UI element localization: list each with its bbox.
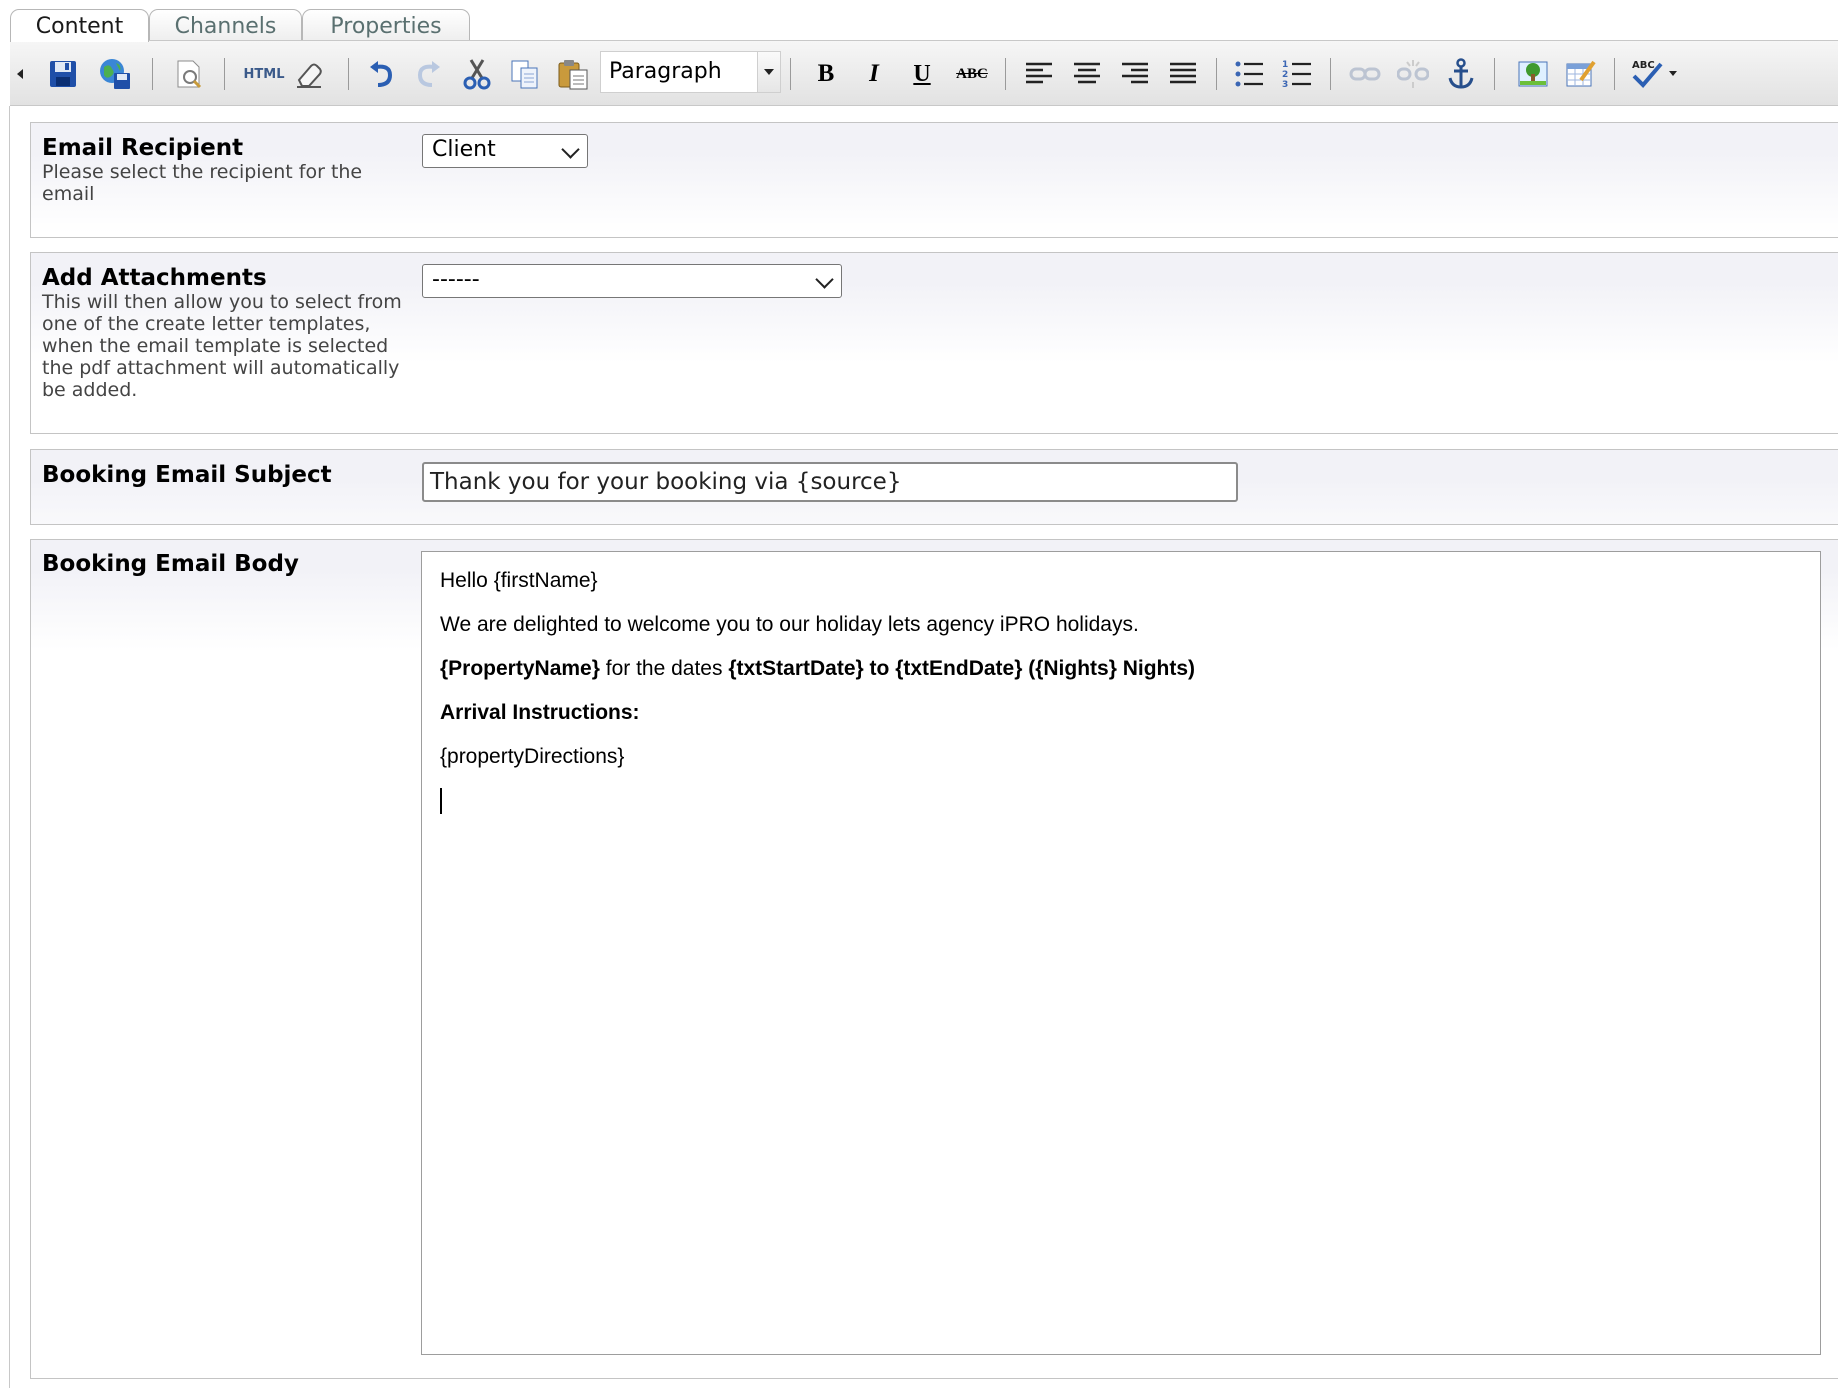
- attachments-section: Add Attachments This will then allow you…: [30, 252, 1838, 434]
- property-name-placeholder: {PropertyName}: [440, 657, 600, 680]
- dates-placeholder: {txtStartDate} to {txtEndDate} ({Nights}…: [728, 657, 1196, 680]
- tab-channels[interactable]: Channels: [149, 9, 302, 41]
- html-source-icon[interactable]: HTML: [242, 55, 286, 93]
- attachments-description: This will then allow you to select from …: [42, 291, 402, 401]
- email-body-editor[interactable]: Hello {firstName} We are delighted to we…: [421, 551, 1821, 1355]
- svg-text:3: 3: [1282, 80, 1288, 89]
- subject-title: Booking Email Subject: [42, 462, 332, 488]
- spellcheck-icon[interactable]: ABC: [1630, 55, 1680, 93]
- attachments-value: ------: [432, 267, 480, 292]
- align-center-icon[interactable]: [1068, 55, 1106, 93]
- svg-text:2: 2: [1282, 70, 1288, 80]
- subject-input[interactable]: Thank you for your booking via {source}: [422, 462, 1238, 502]
- edit-table-icon[interactable]: [1562, 55, 1600, 93]
- subject-section: Booking Email Subject Thank you for your…: [30, 449, 1838, 525]
- save-icon[interactable]: [44, 55, 82, 93]
- anchor-icon[interactable]: [1442, 55, 1480, 93]
- strikethrough-icon[interactable]: ABC: [951, 55, 993, 93]
- copy-icon[interactable]: [506, 55, 544, 93]
- tab-bar: Content Channels Properties: [0, 0, 1838, 42]
- paste-icon[interactable]: [554, 55, 592, 93]
- body-greeting: Hello {firstName}: [440, 569, 598, 592]
- svg-text:1: 1: [1282, 60, 1288, 70]
- format-select-value: Paragraph: [609, 59, 722, 84]
- format-select[interactable]: Paragraph: [600, 51, 781, 93]
- tab-content[interactable]: Content: [10, 9, 149, 42]
- email-recipient-value: Client: [432, 137, 496, 162]
- unlink-icon[interactable]: [1394, 55, 1432, 93]
- tab-properties[interactable]: Properties: [302, 9, 470, 41]
- preview-icon[interactable]: [170, 55, 208, 93]
- body-title: Booking Email Body: [42, 551, 299, 577]
- svg-text:ABC: ABC: [1632, 60, 1655, 71]
- body-welcome: We are delighted to welcome you to our h…: [440, 613, 1139, 636]
- collapse-arrow-icon[interactable]: [10, 55, 30, 93]
- chevron-down-icon: [815, 270, 834, 289]
- text-caret: [440, 788, 442, 814]
- align-justify-icon[interactable]: [1164, 55, 1202, 93]
- align-left-icon[interactable]: [1020, 55, 1058, 93]
- chevron-down-icon: [561, 140, 580, 159]
- email-recipient-title: Email Recipient: [42, 135, 244, 161]
- italic-icon[interactable]: I: [855, 55, 893, 93]
- bold-icon[interactable]: B: [807, 55, 845, 93]
- property-directions-placeholder: {propertyDirections}: [440, 745, 625, 768]
- cut-icon[interactable]: [458, 55, 496, 93]
- page-frame-border: [9, 106, 10, 1388]
- editor-toolbar: HTML Paragraph B I U ABC 1 2 3 ABC: [10, 40, 1838, 106]
- redo-icon[interactable]: [410, 55, 448, 93]
- save-as-icon[interactable]: [96, 55, 134, 93]
- align-right-icon[interactable]: [1116, 55, 1154, 93]
- attachments-select[interactable]: ------: [422, 264, 842, 298]
- dates-text: for the dates: [599, 657, 729, 680]
- chevron-down-icon[interactable]: [757, 52, 780, 92]
- body-property-dates: {PropertyName} for the dates {txtStartDa…: [440, 657, 1195, 681]
- eraser-icon[interactable]: [290, 55, 328, 93]
- underline-icon[interactable]: U: [903, 55, 941, 93]
- attachments-title: Add Attachments: [42, 265, 267, 291]
- email-recipient-select[interactable]: Client: [422, 134, 588, 168]
- arrival-instructions-heading: Arrival Instructions:: [440, 701, 640, 724]
- undo-icon[interactable]: [362, 55, 400, 93]
- email-recipient-description: Please select the recipient for the emai…: [42, 161, 363, 205]
- email-recipient-section: Email Recipient Please select the recipi…: [30, 122, 1838, 238]
- bullet-list-icon[interactable]: [1230, 55, 1268, 93]
- numbered-list-icon[interactable]: 123: [1278, 55, 1316, 93]
- link-icon[interactable]: [1346, 55, 1384, 93]
- image-icon[interactable]: [1514, 55, 1552, 93]
